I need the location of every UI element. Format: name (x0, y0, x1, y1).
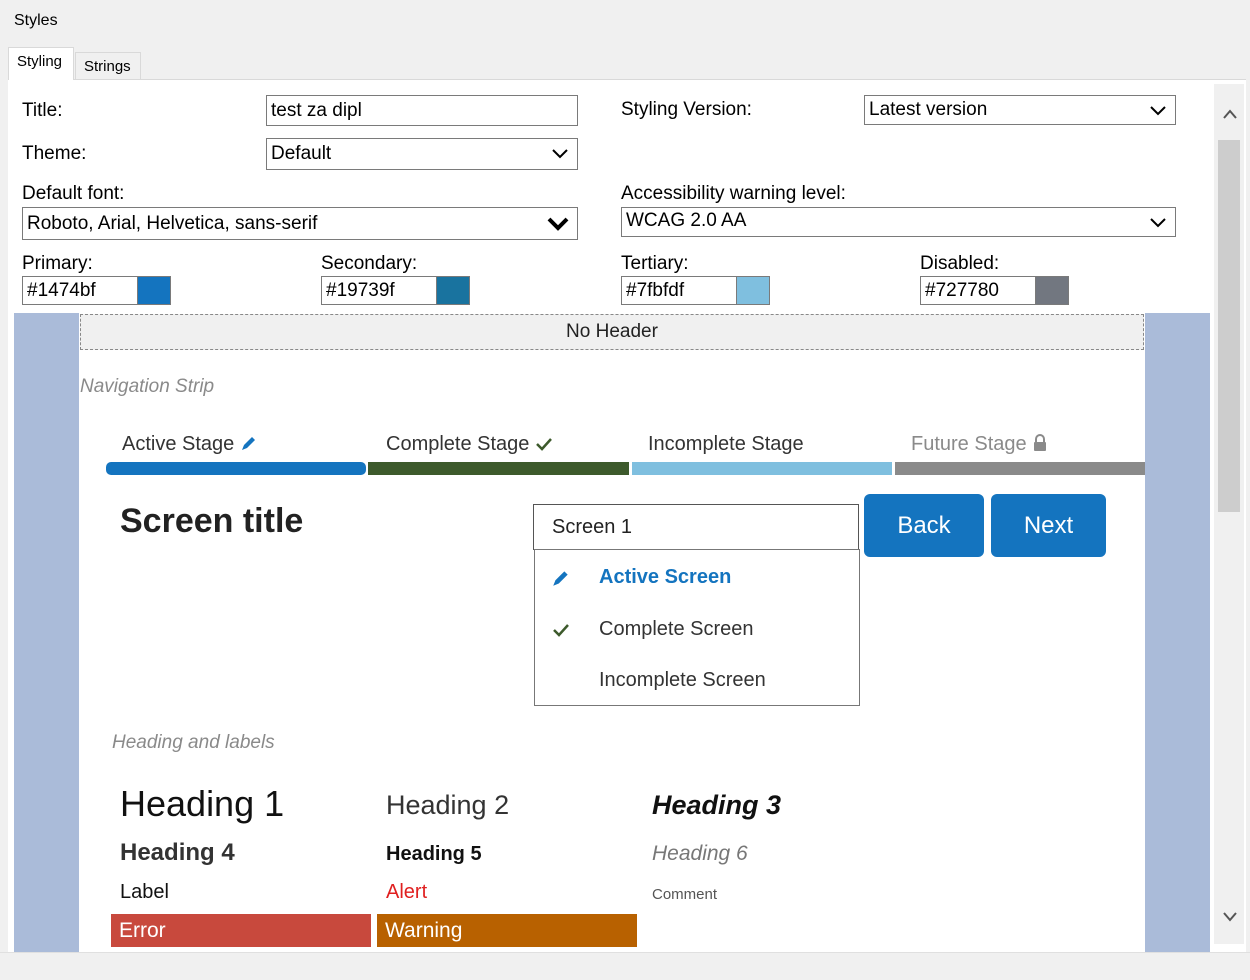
comment-sample: Comment (652, 886, 718, 903)
stage-active[interactable]: Active Stage (122, 433, 258, 456)
heading-3: Heading 3 (652, 790, 782, 820)
disabled-color-label: Disabled: (920, 253, 1000, 274)
tab-styling[interactable]: Styling (8, 47, 74, 80)
stage-active-label: Active Stage (122, 433, 235, 455)
default-font-value: Roboto, Arial, Helvetica, sans-serif (27, 213, 318, 234)
check-icon (553, 624, 569, 637)
tertiary-color-input[interactable]: #7fbfdf (621, 276, 737, 305)
chevron-down-icon (552, 149, 568, 159)
stage-complete-bar (368, 462, 629, 475)
tab-strings[interactable]: Strings (75, 52, 141, 80)
stage-complete[interactable]: Complete Stage (386, 433, 553, 456)
default-font-select[interactable]: Roboto, Arial, Helvetica, sans-serif (22, 207, 578, 240)
heading-6: Heading 6 (652, 842, 748, 865)
scrollbar-thumb[interactable] (1218, 140, 1240, 512)
theme-select[interactable]: Default (266, 138, 578, 170)
stage-future-bar (895, 462, 1145, 475)
styling-version-value: Latest version (869, 99, 988, 120)
accessibility-select[interactable]: WCAG 2.0 AA (621, 207, 1176, 237)
secondary-color-input[interactable]: #19739f (321, 276, 437, 305)
secondary-color-swatch[interactable] (436, 276, 470, 305)
chevron-down-icon (547, 217, 569, 231)
styling-version-label: Styling Version: (621, 99, 752, 120)
pencil-icon (553, 571, 568, 586)
heading-section-label: Heading and labels (112, 732, 275, 753)
theme-value: Default (271, 143, 332, 164)
accessibility-label: Accessibility warning level: (621, 183, 846, 204)
tertiary-color-label: Tertiary: (621, 253, 689, 274)
alert-sample: Alert (386, 881, 428, 903)
next-button[interactable]: Next (991, 494, 1106, 557)
screen-menu-item-complete[interactable]: Complete Screen (599, 618, 754, 641)
tertiary-color-swatch[interactable] (736, 276, 770, 305)
title-input[interactable]: test za dipl (266, 95, 578, 126)
chevron-down-icon (1150, 218, 1166, 228)
accessibility-value: WCAG 2.0 AA (626, 210, 747, 231)
status-bar (0, 952, 1250, 980)
no-header-bar[interactable]: No Header (80, 314, 1144, 350)
stage-incomplete[interactable]: Incomplete Stage (648, 433, 804, 456)
primary-color-input[interactable]: #1474bf (22, 276, 138, 305)
label-sample: Label (120, 881, 169, 903)
screen-title: Screen title (120, 502, 304, 540)
styling-version-select[interactable]: Latest version (864, 95, 1176, 125)
secondary-color-label: Secondary: (321, 253, 418, 274)
window-title: Styles (14, 12, 58, 29)
pencil-icon (241, 437, 255, 450)
lock-icon (1034, 434, 1047, 451)
theme-label: Theme: (22, 143, 87, 164)
check-icon (536, 438, 552, 451)
stage-incomplete-bar (632, 462, 892, 475)
title-label: Title: (22, 100, 63, 121)
screen-menu-item-active[interactable]: Active Screen (599, 566, 731, 589)
primary-color-swatch[interactable] (137, 276, 171, 305)
heading-5: Heading 5 (386, 843, 482, 865)
stage-incomplete-label: Incomplete Stage (648, 433, 804, 455)
primary-color-label: Primary: (22, 253, 93, 274)
heading-4: Heading 4 (120, 839, 235, 866)
disabled-color-input[interactable]: #727780 (920, 276, 1036, 305)
back-button[interactable]: Back (864, 494, 984, 557)
heading-2: Heading 2 (386, 790, 510, 820)
heading-1: Heading 1 (120, 783, 285, 824)
navigation-strip-label: Navigation Strip (80, 376, 215, 397)
stage-active-bar (106, 462, 366, 475)
stage-future-label: Future Stage (911, 433, 1027, 455)
scroll-up-icon[interactable] (1222, 108, 1238, 120)
stage-future: Future Stage (911, 433, 1048, 456)
screen-select[interactable]: Screen 1 (533, 504, 859, 550)
warning-sample: Warning (377, 914, 637, 947)
chevron-down-icon (1150, 106, 1166, 116)
error-sample: Error (111, 914, 371, 947)
screen-menu-item-incomplete[interactable]: Incomplete Screen (599, 669, 766, 692)
default-font-label: Default font: (22, 183, 125, 204)
scroll-down-icon[interactable] (1222, 910, 1238, 922)
stage-complete-label: Complete Stage (386, 433, 530, 455)
disabled-color-swatch[interactable] (1035, 276, 1069, 305)
